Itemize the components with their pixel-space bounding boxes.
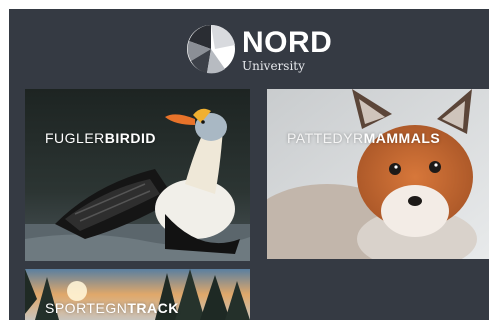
tile-tracks[interactable]: SPORTEGNTRACK — [25, 269, 250, 320]
tile-birds[interactable]: FUGLERBIRDID — [25, 89, 250, 261]
tile-birds-label-local: FUGLER — [45, 130, 105, 146]
brand-subtitle: University — [242, 59, 305, 73]
nord-university-logo: NORD University — [185, 23, 335, 79]
tile-tracks-label: SPORTEGNTRACK — [45, 300, 179, 316]
brand-name: NORD — [242, 26, 333, 59]
tile-mammals-label-local: PATTEDYR — [287, 130, 364, 146]
tile-birds-label-english: BIRDID — [104, 130, 157, 146]
eider-duck-image — [25, 89, 250, 261]
tile-mammals-label: PATTEDYRMAMMALS — [287, 130, 440, 146]
tile-mammals[interactable]: PATTEDYRMAMMALS — [267, 89, 489, 259]
tile-birds-label: FUGLERBIRDID — [45, 130, 156, 146]
tile-mammals-label-english: MAMMALS — [363, 130, 441, 146]
fox-cub-image — [267, 89, 489, 259]
app-window: NORD University FUGLERBIRDID PATTEDYRMAM… — [9, 9, 489, 320]
nord-logo-icon — [187, 24, 235, 74]
tile-tracks-label-english: TRACK — [127, 300, 179, 316]
tile-tracks-label-local: SPORTEGN — [45, 300, 128, 316]
